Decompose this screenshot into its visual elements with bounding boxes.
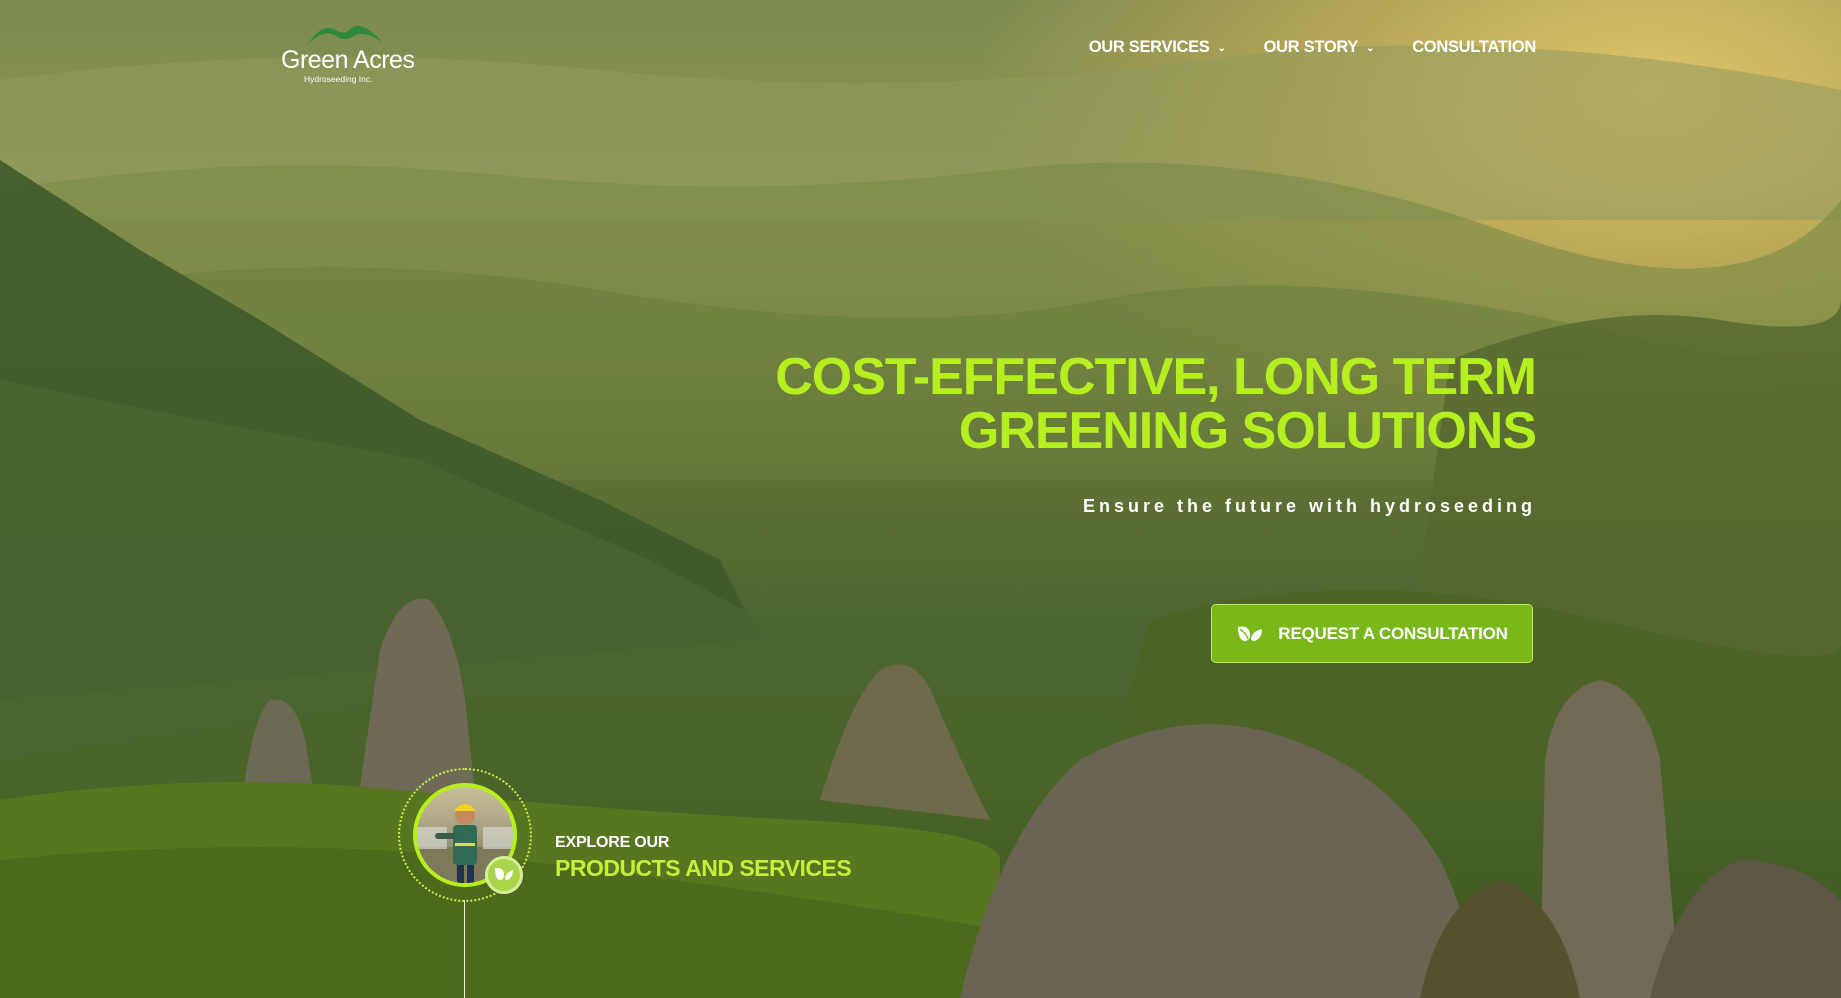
main-navigation: OUR SERVICES ⌄ OUR STORY ⌄ CONSULTATION — [1089, 38, 1537, 57]
hero-tagline: Ensure the future with hydroseeding — [1082, 496, 1536, 516]
explore-products-services-link[interactable]: PRODUCTS AND SERVICES — [555, 855, 852, 882]
leaf-icon — [495, 867, 513, 880]
brand-subtitle: Hydroseeding Inc. — [304, 74, 373, 84]
hero-headline-line2: GREENING SOLUTIONS — [958, 402, 1537, 460]
mountain-landscape-background — [0, 45, 1841, 998]
leaf-icon — [1238, 626, 1263, 641]
hero-headline-line1: COST-EFFECTIVE, LONG TERM — [775, 348, 1537, 406]
request-consultation-button[interactable]: REQUEST A CONSULTATION — [1211, 604, 1533, 663]
explore-leaf-badge — [485, 856, 523, 894]
chevron-down-icon: ⌄ — [1217, 42, 1226, 54]
nav-item-label: OUR STORY — [1263, 38, 1359, 56]
explore-small-label[interactable]: EXPLORE OUR — [555, 834, 669, 852]
hero-section: Green Acres Hydroseeding Inc. OUR SERVIC… — [0, 0, 1841, 998]
nav-item-label: CONSULTATION — [1412, 38, 1536, 56]
request-consultation-label: REQUEST A CONSULTATION — [1278, 623, 1508, 643]
nav-item-our-story[interactable]: OUR STORY ⌄ — [1264, 38, 1375, 57]
nav-item-our-services[interactable]: OUR SERVICES ⌄ — [1089, 38, 1226, 57]
hero-headline: COST-EFFECTIVE, LONG TERM GREENING SOLUT… — [536, 348, 1537, 460]
brand-name: Green Acres — [281, 46, 415, 74]
brand-logo[interactable]: Green Acres Hydroseeding Inc. — [278, 20, 415, 84]
nav-item-consultation[interactable]: CONSULTATION — [1412, 38, 1536, 57]
nav-item-label: OUR SERVICES — [1088, 38, 1210, 56]
chevron-down-icon: ⌄ — [1366, 42, 1375, 54]
mountain-logo-icon — [308, 25, 382, 44]
explore-connector-line — [464, 900, 465, 998]
